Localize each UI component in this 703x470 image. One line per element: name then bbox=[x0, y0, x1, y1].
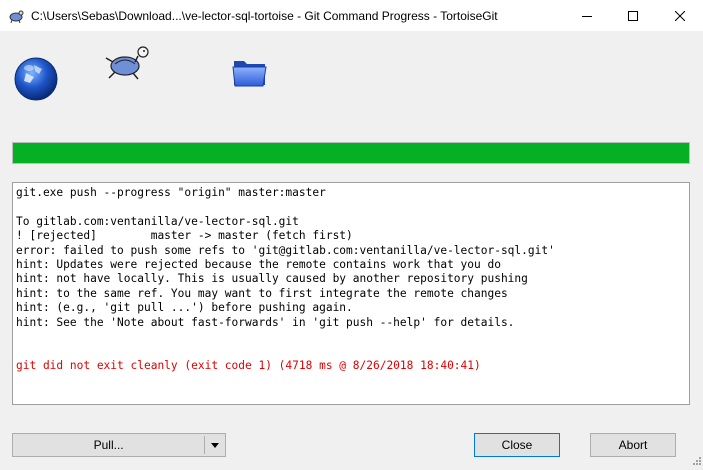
command-output-log[interactable]: git.exe push --progress "origin" master:… bbox=[12, 182, 690, 405]
log-line: error: failed to push some refs to 'git@… bbox=[16, 243, 555, 257]
dropdown-arrow-icon[interactable] bbox=[205, 442, 225, 448]
globe-icon bbox=[12, 55, 60, 106]
progress-bar bbox=[12, 142, 690, 164]
close-icon bbox=[675, 10, 685, 21]
minimize-button[interactable] bbox=[564, 0, 610, 31]
log-line: git.exe push --progress "origin" master:… bbox=[16, 186, 326, 199]
log-line: git did not exit cleanly (exit code 1) (… bbox=[16, 358, 481, 372]
title-bar: C:\Users\Sebas\Download...\ve-lector-sql… bbox=[0, 0, 703, 31]
tortoisegit-icon[interactable] bbox=[8, 8, 24, 24]
log-line: hint: not have locally. This is usually … bbox=[16, 272, 528, 286]
log-line: ! [rejected] master -> master (fetch fir… bbox=[16, 229, 353, 243]
log-line: hint: See the 'Note about fast-forwards'… bbox=[16, 315, 515, 329]
close-window-button[interactable] bbox=[657, 0, 703, 31]
maximize-button[interactable] bbox=[610, 0, 656, 31]
progress-fill bbox=[13, 143, 689, 163]
maximize-icon bbox=[628, 10, 638, 21]
log-line: hint: to the same ref. You may want to f… bbox=[16, 286, 508, 300]
close-button[interactable]: Close bbox=[474, 433, 560, 457]
folder-icon bbox=[231, 53, 269, 92]
resize-grip-icon[interactable] bbox=[691, 454, 701, 468]
pull-button-label[interactable]: Pull... bbox=[13, 438, 204, 452]
tortoise-icon bbox=[103, 40, 159, 85]
minimize-icon bbox=[582, 15, 592, 17]
log-line: hint: (e.g., 'git pull ...') before push… bbox=[16, 301, 353, 315]
abort-button[interactable]: Abort bbox=[590, 433, 676, 457]
log-line: hint: Updates were rejected because the … bbox=[16, 257, 501, 271]
log-line: To gitlab.com:ventanilla/ve-lector-sql.g… bbox=[16, 214, 299, 228]
pull-split-button[interactable]: Pull... bbox=[12, 433, 226, 457]
window-title: C:\Users\Sebas\Download...\ve-lector-sql… bbox=[31, 8, 498, 23]
